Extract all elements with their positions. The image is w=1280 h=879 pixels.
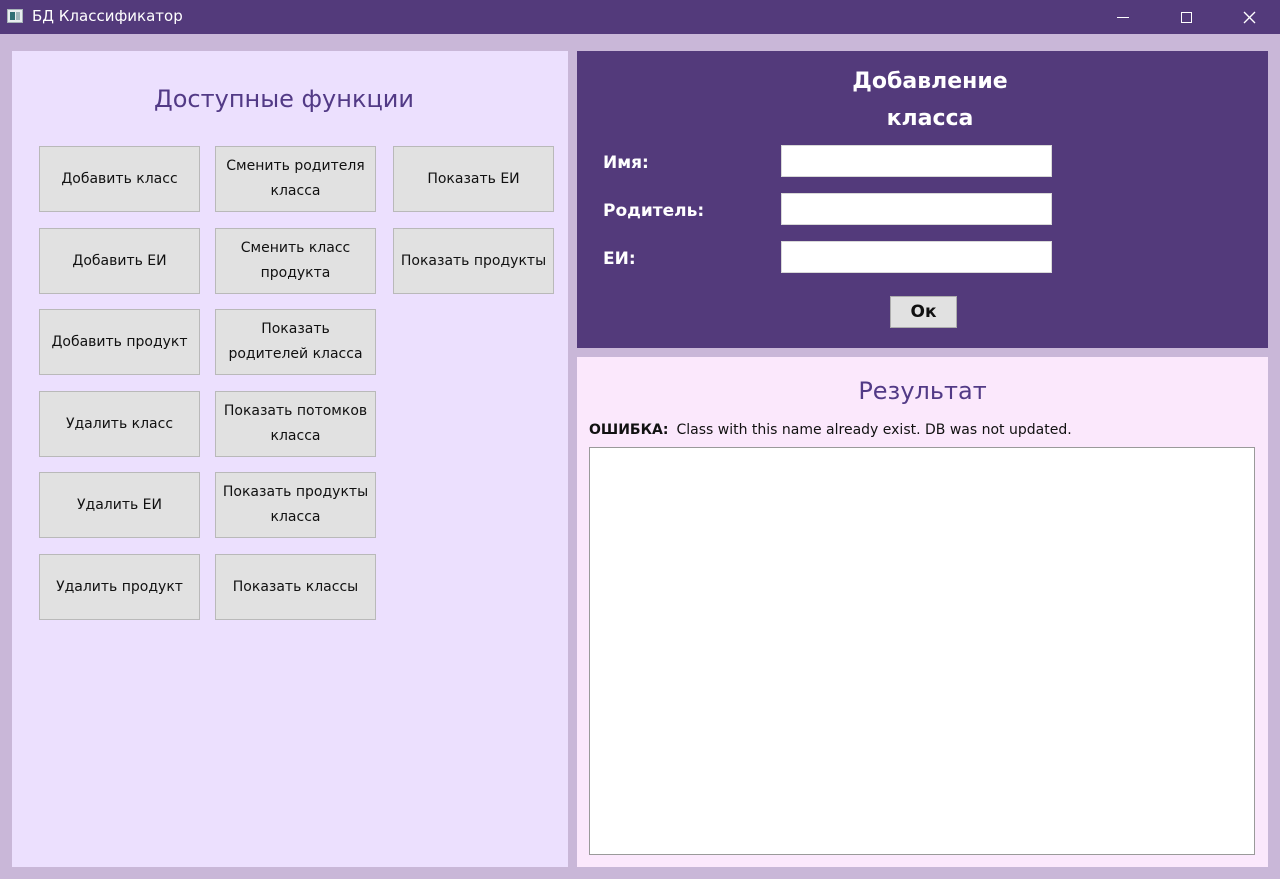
close-icon — [1243, 11, 1255, 23]
form-title: Добавление класса — [852, 69, 1008, 131]
functions-heading: Доступные функции — [154, 85, 414, 113]
close-button[interactable] — [1218, 0, 1280, 34]
parent-input[interactable] — [781, 193, 1052, 225]
show-class-descendants-button[interactable]: Показать потомков класса — [215, 391, 376, 457]
maximize-icon — [1180, 11, 1192, 23]
delete-product-button[interactable]: Удалить продукт — [39, 554, 200, 620]
change-class-parent-button[interactable]: Сменить родителя класса — [215, 146, 376, 212]
title-bar: БД Классификатор — [0, 0, 1280, 34]
add-unit-button[interactable]: Добавить ЕИ — [39, 228, 200, 294]
show-class-products-button[interactable]: Показать продукты класса — [215, 472, 376, 538]
status-message: Class with this name already exist. DB w… — [676, 422, 1072, 438]
minimize-button[interactable] — [1092, 0, 1154, 34]
delete-class-button[interactable]: Удалить класс — [39, 391, 200, 457]
result-output[interactable] — [589, 447, 1255, 855]
delete-unit-button[interactable]: Удалить ЕИ — [39, 472, 200, 538]
result-heading: Результат — [858, 377, 987, 405]
app-icon — [7, 9, 23, 23]
window-title: БД Классификатор — [32, 7, 183, 25]
show-units-button[interactable]: Показать ЕИ — [393, 146, 554, 212]
parent-label: Родитель: — [603, 201, 705, 221]
name-label: Имя: — [603, 153, 649, 173]
minimize-icon — [1117, 16, 1129, 18]
show-class-parents-button[interactable]: Показать родителей класса — [215, 309, 376, 375]
change-product-class-button[interactable]: Сменить класс продукта — [215, 228, 376, 294]
unit-label: ЕИ: — [603, 249, 636, 269]
maximize-button[interactable] — [1155, 0, 1217, 34]
status-line: ОШИБКА: Class with this name already exis… — [589, 422, 1072, 438]
ok-button[interactable]: Ок — [890, 296, 957, 328]
show-classes-button[interactable]: Показать классы — [215, 554, 376, 620]
name-input[interactable] — [781, 145, 1052, 177]
add-class-button[interactable]: Добавить класс — [39, 146, 200, 212]
add-product-button[interactable]: Добавить продукт — [39, 309, 200, 375]
show-products-button[interactable]: Показать продукты — [393, 228, 554, 294]
unit-input[interactable] — [781, 241, 1052, 273]
error-label: ОШИБКА: — [589, 422, 669, 438]
